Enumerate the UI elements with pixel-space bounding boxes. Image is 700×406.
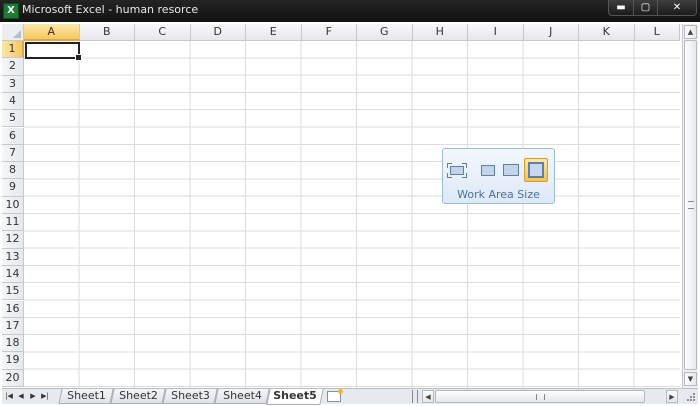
excel-window: X Microsoft Excel - human resorce ▬ ▢ ✕ … [0,0,700,406]
sheet-tab-sheet3[interactable]: Sheet3 [162,389,218,404]
sheet-tab-sheet1[interactable]: Sheet1 [58,389,114,404]
small-window-icon [481,165,495,176]
column-header-d[interactable]: D [190,24,246,41]
row-header-19[interactable]: 19 [2,352,24,370]
work-area-medium-button[interactable] [500,159,522,181]
tab-split-handle[interactable] [412,390,418,403]
window-title: Microsoft Excel - human resorce [22,3,199,16]
sheet-tab-sheet2[interactable]: Sheet2 [110,389,166,404]
work-area-large-button[interactable] [524,158,548,182]
work-area-size-label: Work Area Size [457,188,540,201]
last-sheet-button[interactable]: ▶| [40,389,50,404]
work-area-small-button[interactable] [477,159,499,181]
work-area-size-widget: Work Area Size [442,148,555,204]
sheet-tab-bar: |◀ ◀ ▶ ▶| Sheet1 Sheet2 Sheet3 Sheet4 Sh… [2,388,698,405]
column-header-c[interactable]: C [135,24,191,41]
row-header-6[interactable]: 6 [2,127,24,145]
column-header-a[interactable]: A [24,24,80,41]
vertical-scroll-thumb[interactable] [684,40,697,370]
scroll-left-button[interactable]: ◀ [422,390,434,403]
previous-sheet-button[interactable]: ◀ [16,389,26,404]
excel-icon[interactable]: X [3,3,19,19]
column-header-f[interactable]: F [301,24,357,41]
select-all-corner[interactable] [2,24,24,41]
column-header-g[interactable]: G [357,24,413,41]
row-header-13[interactable]: 13 [2,248,24,266]
column-header-j[interactable]: J [523,24,579,41]
row-header-12[interactable]: 12 [2,231,24,249]
cell-grid[interactable] [24,41,680,388]
resize-grip-icon[interactable] [684,390,696,402]
next-sheet-button[interactable]: ▶ [28,389,38,404]
row-header-2[interactable]: 2 [2,58,24,76]
large-window-icon [528,162,544,178]
column-header-i[interactable]: I [468,24,524,41]
row-header-8[interactable]: 8 [2,162,24,180]
row-header-11[interactable]: 11 [2,214,24,232]
scroll-up-button[interactable]: ▲ [684,25,697,39]
row-header-7[interactable]: 7 [2,144,24,163]
row-header-3[interactable]: 3 [2,75,24,93]
row-header-5[interactable]: 5 [2,110,24,128]
column-header-e[interactable]: E [246,24,302,41]
row-header-1[interactable]: 1 [2,41,24,59]
column-header-h[interactable]: H [412,24,468,41]
row-header-17[interactable]: 17 [2,317,24,336]
column-header-b[interactable]: B [79,24,135,41]
scroll-right-button[interactable]: ▶ [666,390,678,403]
row-header-9[interactable]: 9 [2,179,24,197]
active-cell-a1[interactable] [25,42,82,61]
medium-window-icon [503,164,519,176]
close-button[interactable]: ✕ [657,0,697,16]
grip-icon [688,201,694,209]
maximize-button[interactable]: ▢ [633,0,658,16]
row-header-14[interactable]: 14 [2,265,24,284]
horizontal-scrollbar[interactable]: ◀ ▶ [422,389,682,404]
column-header-k[interactable]: K [579,24,635,41]
vertical-scrollbar[interactable]: ▲ ▼ [682,24,698,388]
row-header-18[interactable]: 18 [2,335,24,353]
sheet-tab-sheet5[interactable]: Sheet5 [266,389,324,405]
column-header-l[interactable]: L [634,24,680,41]
work-area-full-screen-button[interactable] [446,159,468,181]
title-bar: X Microsoft Excel - human resorce ▬ ▢ ✕ [0,0,700,22]
row-header-20[interactable]: 20 [2,369,24,387]
row-header-10[interactable]: 10 [2,196,24,214]
sheet-tab-sheet4[interactable]: Sheet4 [214,389,270,404]
grip-icon [536,394,545,400]
insert-sheet-icon[interactable] [327,389,343,402]
first-sheet-button[interactable]: |◀ [4,389,14,404]
scroll-down-button[interactable]: ▼ [684,372,697,386]
horizontal-scroll-thumb[interactable] [435,390,645,403]
row-header-4[interactable]: 4 [2,92,24,111]
row-header-15[interactable]: 15 [2,283,24,301]
minimize-button[interactable]: ▬ [608,0,634,16]
row-header-16[interactable]: 16 [2,300,24,318]
